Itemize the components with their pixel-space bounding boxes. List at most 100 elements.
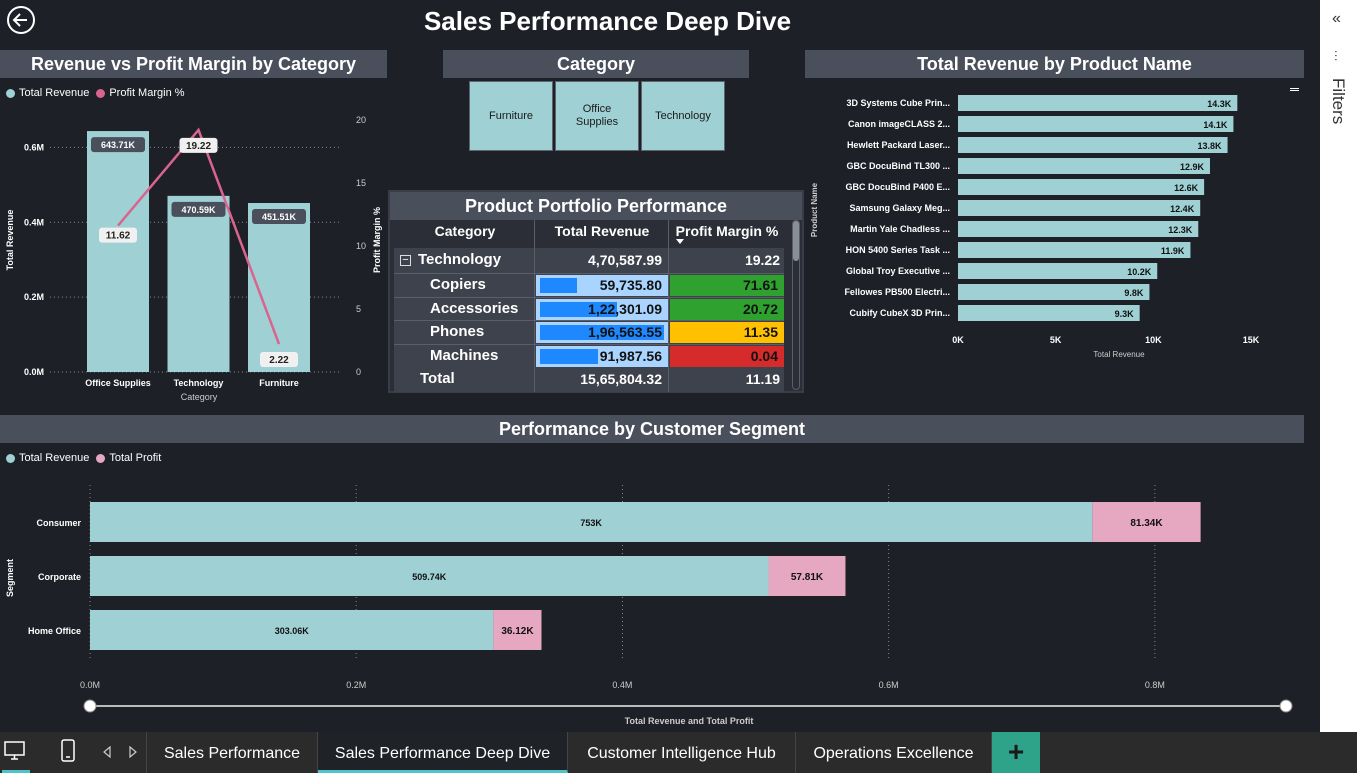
tab-operations-excellence[interactable]: Operations Excellence: [796, 732, 992, 773]
row-revenue-cell: 59,735.80: [536, 275, 668, 296]
row-revenue-value: 1,96,563.55: [588, 324, 662, 340]
col-header-margin[interactable]: Profit Margin %: [670, 220, 784, 242]
table-row[interactable]: Machines 91,987.56 0.04: [394, 343, 784, 367]
bar-product-revenue: [958, 242, 1191, 258]
data-label: 13.8K: [1198, 141, 1223, 151]
bar-product-revenue: [958, 200, 1201, 216]
y-axis-label: Product Name: [810, 182, 819, 237]
y-tick-label: Consumer: [36, 518, 81, 528]
y-tick-label: Global Troy Executive ...: [846, 266, 950, 276]
row-margin-cell: 11.35: [670, 322, 784, 343]
data-label: 9.8K: [1124, 288, 1144, 298]
filter-funnel-icon: ⫶: [1334, 48, 1338, 64]
data-label: 9.3K: [1115, 309, 1135, 319]
y-tick-label: GBC DocuBind P400 E...: [845, 182, 950, 192]
y-tick-label: 0.0M: [24, 367, 44, 377]
y2-tick-label: 5: [356, 304, 361, 314]
collapse-filters-icon[interactable]: «: [1332, 10, 1341, 28]
next-page-icon[interactable]: [128, 746, 138, 758]
bar-product-revenue: [958, 305, 1140, 321]
x-tick-label: Furniture: [259, 378, 299, 388]
x-tick-label: 0.8M: [1145, 680, 1165, 690]
row-margin-cell: 20.72: [670, 298, 784, 320]
row-revenue-cell: 91,987.56: [536, 345, 668, 367]
revenue-data-bar: [540, 348, 599, 364]
table-row[interactable]: Phones 1,96,563.55 11.35: [394, 320, 784, 343]
col-header-category[interactable]: Category: [396, 220, 534, 242]
y-tick-label: GBC DocuBind TL300 ...: [846, 161, 950, 171]
add-page-button[interactable]: +: [992, 732, 1040, 773]
table-scrollbar[interactable]: [792, 220, 800, 390]
data-label-revenue: 509.74K: [412, 572, 447, 582]
product-revenue-chart[interactable]: 14.3K 3D Systems Cube Prin... 14.1K Canon i…: [805, 85, 1295, 370]
col-header-revenue[interactable]: Total Revenue: [536, 220, 668, 242]
bar-revenue: [87, 131, 149, 372]
y-tick-label: 0.2M: [24, 292, 44, 302]
chart4-header: Performance by Customer Segment: [0, 415, 1304, 443]
data-label-revenue: 643.71K: [101, 140, 136, 150]
legend-dot-revenue: [6, 88, 15, 98]
x-tick-label: 0.0M: [80, 680, 100, 690]
back-arrow-icon: [7, 6, 35, 34]
data-label: 11.9K: [1161, 246, 1185, 256]
legend-label-profit: Total Profit: [109, 452, 162, 464]
row-revenue-value: 91,987.56: [599, 347, 662, 364]
table-row[interactable]: Copiers 59,735.80 71.61: [394, 273, 784, 296]
slicer-option-office-supplies[interactable]: Office Supplies: [555, 81, 639, 151]
y2-tick-label: 15: [356, 178, 366, 188]
table-title: Product Portfolio Performance: [390, 192, 802, 220]
bar-product-revenue: [958, 284, 1150, 300]
x-tick-label: 0.4M: [612, 680, 632, 690]
desktop-view-icon[interactable]: [4, 740, 26, 764]
y-tick-label: Home Office: [28, 626, 81, 636]
x-tick-label: 15K: [1243, 335, 1260, 345]
y-tick-label: Canon imageCLASS 2...: [848, 119, 950, 129]
bar-product-revenue: [958, 116, 1234, 132]
mobile-view-icon[interactable]: [60, 738, 76, 764]
back-button[interactable]: [6, 5, 36, 35]
y2-tick-label: 0: [356, 367, 361, 377]
y-tick-label: Martin Yale Chadless ...: [850, 224, 950, 234]
legend-dot-margin: [96, 88, 106, 98]
legend-label-revenue: Total Revenue: [19, 87, 90, 99]
tab-customer-intelligence-hub[interactable]: Customer Intelligence Hub: [568, 732, 796, 773]
filters-pane[interactable]: « ⫶ Filters: [1320, 0, 1357, 732]
table-scrollbar-thumb[interactable]: [793, 221, 799, 261]
row-category-label: Machines: [430, 346, 499, 364]
data-label: 14.3K: [1207, 99, 1232, 109]
slicer-option-technology[interactable]: Technology: [641, 81, 725, 151]
revenue-margin-chart[interactable]: 0.0M 0.2M 0.4M 0.6M 0 5 10 15 20 Total Revenue Pro…: [0, 100, 387, 410]
page-tab-bar: Sales Performance Sales Performance Deep…: [0, 732, 1357, 773]
y-tick-label: HON 5400 Series Task ...: [846, 245, 950, 255]
page-title: Sales Performance Deep Dive: [423, 6, 792, 36]
group-revenue: 4,70,587.99: [588, 252, 662, 268]
data-label-margin: 2.22: [269, 355, 289, 366]
y-axis-label: Segment: [5, 559, 15, 597]
chart1-legend: Total Revenue Profit Margin %: [6, 87, 185, 99]
row-margin-cell: 0.04: [670, 345, 784, 367]
tab-sales-performance[interactable]: Sales Performance: [146, 732, 318, 773]
legend-label-margin: Profit Margin %: [109, 87, 185, 99]
total-margin: 11.19: [745, 371, 780, 387]
chart4-legend: Total Revenue Total Profit: [6, 452, 161, 464]
slicer-option-furniture[interactable]: Furniture: [469, 81, 553, 151]
expand-collapse-toggle[interactable]: −: [400, 255, 411, 266]
y-tick-label: 0.6M: [24, 142, 44, 152]
segment-performance-chart[interactable]: 0.0M 0.2M 0.4M 0.6M 0.8M 753K 81.34K Consumer 50…: [0, 470, 1304, 732]
x-tick-label: 0.2M: [346, 680, 366, 690]
row-revenue-cell: 1,22,301.09: [536, 298, 668, 320]
x-axis-label: Total Revenue and Total Profit: [625, 716, 754, 726]
prev-page-icon[interactable]: [102, 746, 112, 758]
legend-dot-profit: [96, 453, 106, 463]
bar-product-revenue: [958, 158, 1210, 174]
row-category-label: Accessories: [430, 299, 519, 317]
revenue-data-bar: [540, 278, 578, 293]
tab-sales-performance-deep-dive[interactable]: Sales Performance Deep Dive: [318, 732, 568, 773]
zoom-slider-handle-right[interactable]: [1279, 699, 1293, 713]
y-tick-label: Cubify CubeX 3D Prin...: [849, 308, 950, 318]
data-label-margin: 19.22: [186, 141, 211, 152]
chart1-header: Revenue vs Profit Margin by Category: [0, 50, 387, 78]
bar-product-revenue: [958, 95, 1238, 111]
table-row[interactable]: Accessories 1,22,301.09 20.72: [394, 296, 784, 320]
zoom-slider-handle-left[interactable]: [83, 699, 97, 713]
